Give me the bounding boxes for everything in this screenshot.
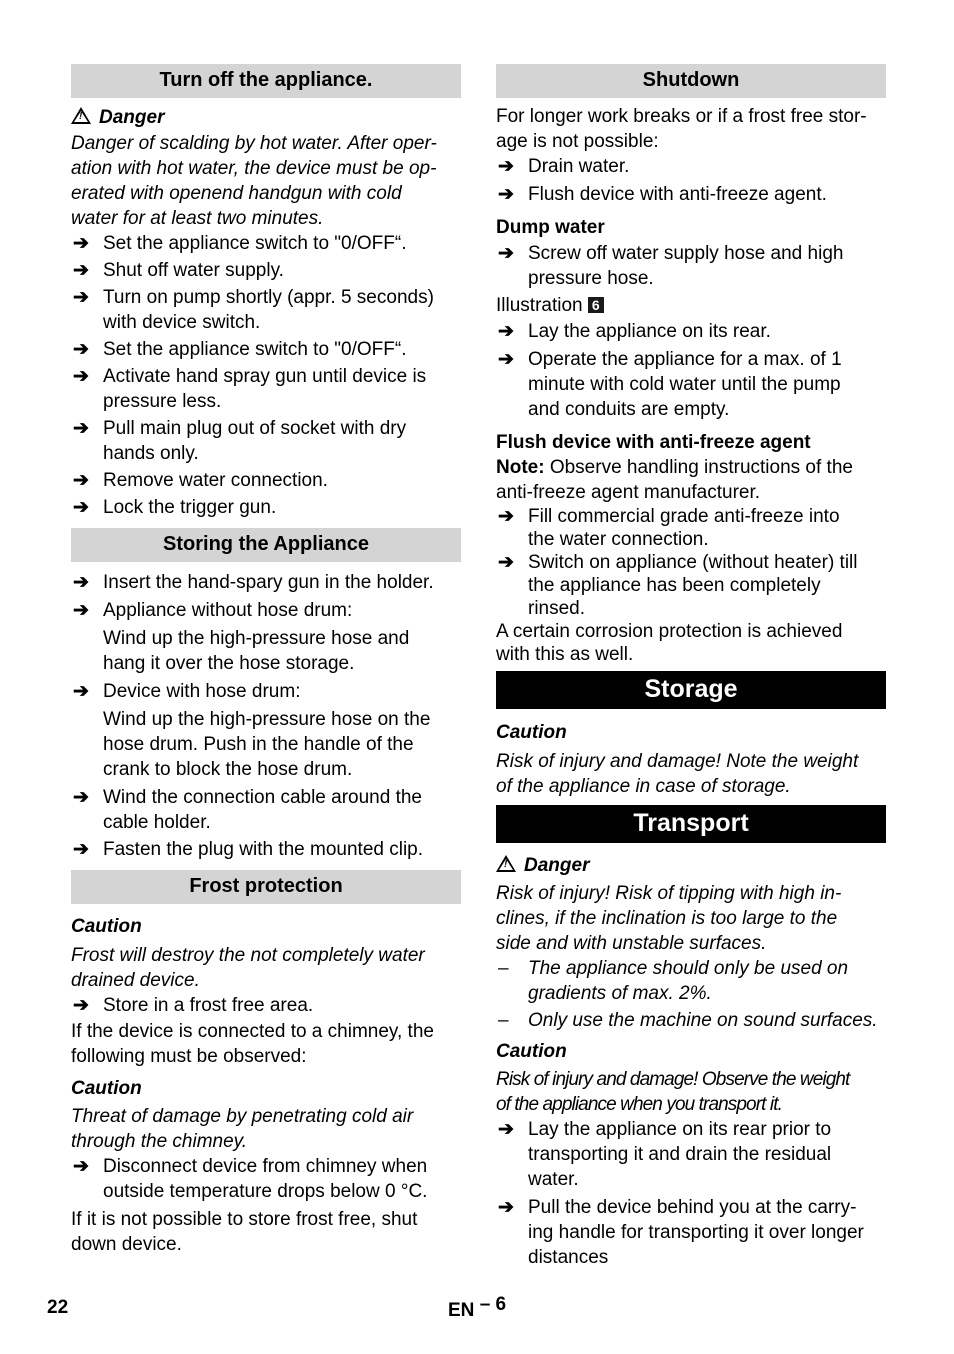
list-subtext: Wind up the high-pressure hose on the hos…	[103, 709, 431, 780]
arrow-right-icon: ➔	[498, 506, 514, 527]
subheading-dump-water: Dump water	[496, 217, 605, 238]
list-item: ➔ Fasten the plug with the mounted clip.	[73, 839, 424, 860]
arrow-right-icon: ➔	[73, 233, 89, 254]
arrow-right-icon: ➔	[73, 600, 89, 621]
danger-text: Danger of scalding by hot water. After o…	[71, 133, 437, 229]
caution-text: Risk of injury and damage! Observe the w…	[496, 1069, 850, 1115]
arrow-right-icon: ➔	[498, 1119, 514, 1140]
list-item: ➔ Shut off water supply.	[73, 260, 284, 281]
arrow-right-icon: ➔	[73, 366, 89, 387]
arrow-right-icon: ➔	[73, 787, 89, 808]
list-item: ➔ Operate the appliance for a max. of 1 mi…	[498, 349, 842, 420]
warning-triangle-icon	[496, 855, 516, 872]
list-item: ➔ Lock the trigger gun.	[73, 497, 277, 518]
left-column: Turn off the appliance. Danger Danger of…	[71, 64, 461, 1257]
list-item: ➔ Activate hand spray gun until device is…	[73, 366, 427, 412]
heading-shutdown: Shutdown	[496, 64, 886, 98]
arrow-right-icon: ➔	[73, 418, 89, 439]
heading-frost: Frost protection	[71, 870, 461, 904]
list-item: ➔ Switch on appliance (without heater) ti…	[498, 552, 858, 619]
list-item: ➔ Appliance without hose drum:	[73, 600, 353, 621]
heading-storing: Storing the Appliance	[71, 528, 461, 562]
arrow-right-icon: ➔	[498, 1197, 514, 1218]
list-item: ➔ Pull the device behind you at the carry…	[498, 1197, 864, 1268]
danger-label: Danger	[71, 105, 461, 130]
arrow-right-icon: ➔	[498, 243, 514, 264]
list-item: ➔ Lay the appliance on its rear prior to t…	[498, 1119, 832, 1190]
arrow-right-icon: ➔	[498, 552, 514, 573]
page-number: 22	[47, 1297, 69, 1318]
list-item: ➔ Pull main plug out of socket with dry ha…	[73, 418, 407, 464]
caution-text: Risk of injury and damage! Note the weig…	[496, 751, 859, 797]
list-item: ➔ Screw off water supply hose and high pre…	[498, 243, 844, 289]
list-item: ➔ Drain water.	[498, 156, 630, 177]
right-column: Shutdown For longer work breaks or if a …	[496, 64, 886, 1270]
danger-text: Risk of injury! Risk of tipping with hig…	[496, 883, 842, 954]
paragraph: For longer work breaks or if a frost fre…	[496, 106, 867, 152]
subheading-flush: Flush device with anti-freeze agent	[496, 432, 811, 453]
arrow-right-icon: ➔	[498, 321, 514, 342]
paragraph: If the device is connected to a chimney,…	[71, 1021, 434, 1067]
paragraph: A certain corrosion protection is achiev…	[496, 621, 843, 665]
dash-item: – Only use the machine on sound surfaces.	[498, 1010, 878, 1031]
arrow-right-icon: ➔	[73, 572, 89, 593]
list-item: ➔ Insert the hand-spary gun in the holder…	[73, 572, 434, 593]
arrow-right-icon: ➔	[73, 1156, 89, 1177]
arrow-right-icon: ➔	[73, 839, 89, 860]
paragraph: If it is not possible to store frost fre…	[71, 1209, 418, 1255]
list-item: ➔ Turn on pump shortly (appr. 5 seconds) w…	[73, 287, 434, 333]
warning-triangle-icon	[71, 107, 91, 124]
dash-item: – The appliance should only be used on gra…	[498, 958, 849, 1004]
list-item: ➔ Wind the connection cable around the cab…	[73, 787, 422, 833]
dash-bullet-icon: –	[498, 1010, 509, 1031]
dash-bullet-icon: –	[498, 958, 509, 979]
arrow-right-icon: ➔	[498, 184, 514, 205]
arrow-right-icon: ➔	[73, 287, 89, 308]
danger-label: Danger	[496, 853, 886, 878]
caution-label: Caution	[71, 916, 142, 937]
list-item: ➔ Set the appliance switch to "0/OFF“.	[73, 339, 407, 360]
arrow-right-icon: ➔	[73, 339, 89, 360]
arrow-right-icon: ➔	[73, 470, 89, 491]
note: Note: Observe handling instructions of t…	[496, 457, 853, 503]
arrow-right-icon: ➔	[73, 497, 89, 518]
list-item: ➔ Flush device with anti-freeze agent.	[498, 184, 827, 205]
heading-transport: Transport	[496, 805, 886, 843]
list-subtext: Wind up the high-pressure hose and hang i…	[103, 628, 410, 674]
list-item: ➔ Device with hose drum:	[73, 681, 301, 702]
list-item: ➔ Fill commercial grade anti-freeze into t…	[498, 506, 840, 550]
arrow-right-icon: ➔	[73, 260, 89, 281]
caution-text: Frost will destroy the not completely wa…	[71, 945, 425, 991]
illustration-reference: Illustration 6	[496, 293, 886, 318]
section-footer: EN – 6	[448, 1294, 507, 1321]
list-item: ➔ Set the appliance switch to "0/OFF“.	[73, 233, 407, 254]
arrow-right-icon: ➔	[73, 995, 89, 1016]
heading-turn-off: Turn off the appliance.	[71, 64, 461, 98]
caution-label: Caution	[496, 722, 567, 743]
arrow-right-icon: ➔	[498, 156, 514, 177]
list-item: ➔ Lay the appliance on its rear.	[498, 321, 771, 342]
arrow-right-icon: ➔	[498, 349, 514, 370]
list-item: ➔ Disconnect device from chimney when outs…	[73, 1156, 428, 1202]
illustration-number-badge: 6	[587, 297, 604, 313]
list-item: ➔ Remove water connection.	[73, 470, 328, 491]
heading-storage: Storage	[496, 671, 886, 709]
list-item: ➔ Store in a frost free area.	[73, 995, 314, 1016]
caution-text: Threat of damage by penetrating cold air…	[71, 1106, 414, 1152]
caution-label: Caution	[496, 1041, 567, 1062]
caution-label: Caution	[71, 1078, 142, 1099]
arrow-right-icon: ➔	[73, 681, 89, 702]
